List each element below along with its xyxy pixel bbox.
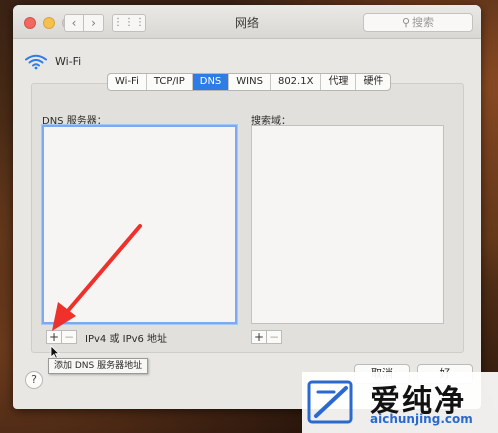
tab-dns[interactable]: DNS (192, 74, 230, 90)
dns-servers-list[interactable] (42, 125, 237, 324)
remove-search-domain-button[interactable]: − (266, 330, 282, 344)
add-search-domain-button[interactable]: + (251, 330, 267, 344)
tab-wins[interactable]: WINS (229, 74, 271, 90)
tab-hardware[interactable]: 硬件 (356, 74, 390, 90)
title-bar: ‹ › ⋮⋮⋮ 网络 ⚲ 搜索 (13, 5, 481, 39)
help-button[interactable]: ? (25, 371, 43, 389)
tab-wifi[interactable]: Wi-Fi (108, 74, 147, 90)
search-field[interactable]: ⚲ 搜索 (363, 13, 473, 32)
brand-logo-icon (307, 380, 353, 424)
add-dns-tooltip: 添加 DNS 服务器地址 (48, 358, 149, 374)
wifi-icon (25, 54, 47, 70)
watermark-badge: 爱纯净 aichunjing.com (302, 372, 498, 433)
interface-name: Wi-Fi (55, 55, 82, 68)
dns-address-hint: IPv4 或 IPv6 地址 (85, 334, 168, 345)
add-dns-server-button[interactable]: + (46, 330, 62, 344)
remove-dns-server-button[interactable]: − (61, 330, 77, 344)
watermark-url: aichunjing.com (370, 412, 473, 426)
search-domains-list[interactable] (251, 125, 444, 324)
network-preferences-window: ‹ › ⋮⋮⋮ 网络 ⚲ 搜索 Wi-Fi Wi-Fi TCP/IP DNS WI… (13, 5, 481, 409)
tab-proxy[interactable]: 代理 (321, 74, 357, 90)
search-placeholder: 搜索 (412, 16, 435, 29)
search-icon: ⚲ (401, 16, 411, 29)
tab-8021x[interactable]: 802.1X (271, 74, 322, 90)
mouse-cursor-icon (50, 345, 60, 359)
tab-tcpip[interactable]: TCP/IP (147, 74, 193, 90)
settings-tab-strip: Wi-Fi TCP/IP DNS WINS 802.1X 代理 硬件 (107, 73, 392, 91)
